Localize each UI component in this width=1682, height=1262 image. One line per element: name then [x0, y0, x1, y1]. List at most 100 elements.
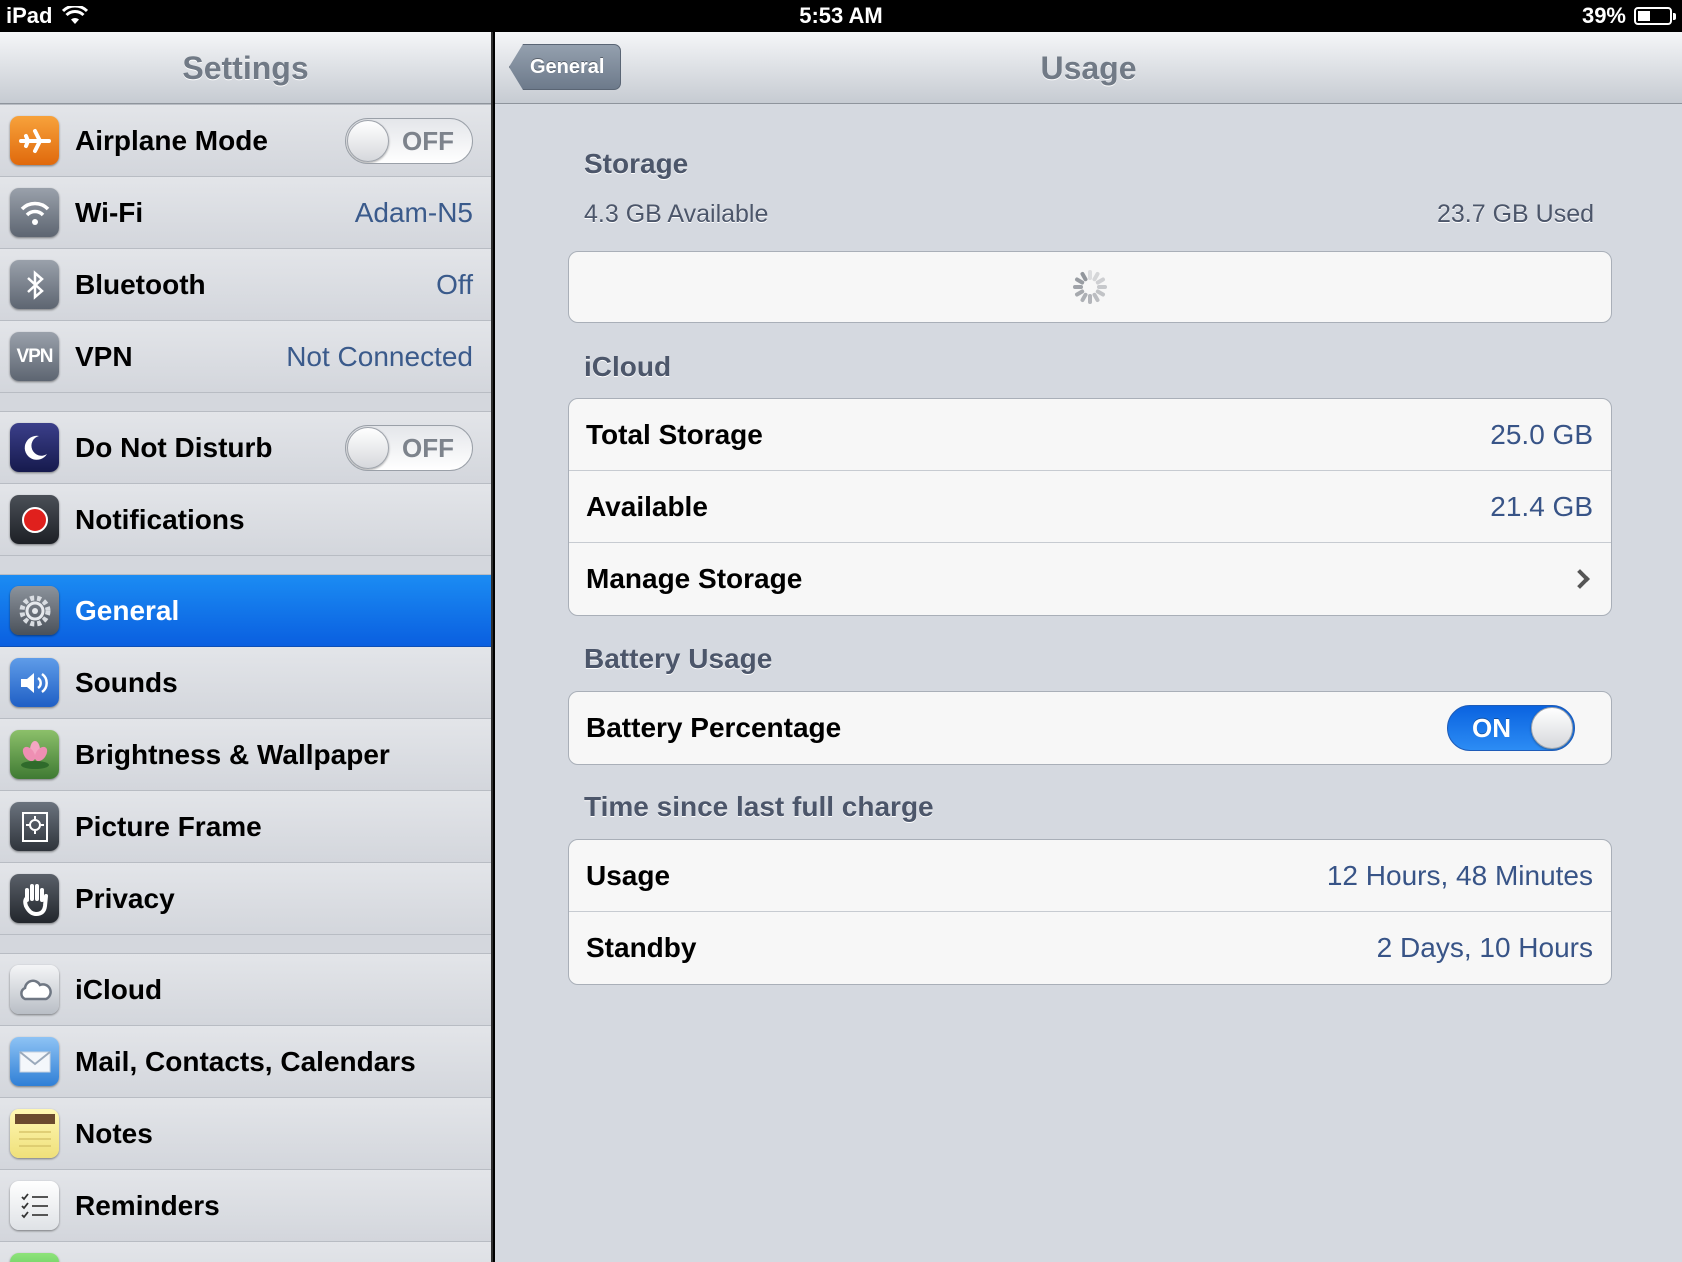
- bluetooth-icon: [10, 260, 59, 309]
- icon-text: VPN: [16, 345, 53, 367]
- settings-group: General Sounds Brightness & Wallpaper Pictu…: [0, 574, 491, 935]
- sidebar-item-label: Picture Frame: [75, 810, 262, 842]
- storage-available: 4.3 GB Available: [584, 200, 769, 228]
- sidebar-item-value: Off: [436, 268, 473, 300]
- spinner-spoke: [1073, 285, 1083, 289]
- toggle-text: OFF: [402, 432, 454, 463]
- available-value: 21.4 GB: [1490, 490, 1593, 522]
- mail-icon: [10, 1037, 59, 1086]
- sidebar-item-label: Reminders: [75, 1189, 220, 1221]
- settings-group: iCloud Mail, Contacts, Calendars Notes Remi…: [0, 953, 491, 1262]
- sidebar-item-notifications[interactable]: Notifications: [0, 484, 491, 556]
- airplane-icon: [10, 116, 59, 165]
- sidebar-item-general[interactable]: General: [0, 575, 491, 647]
- sidebar-item-label: Sounds: [75, 666, 178, 698]
- vpn-icon: VPN: [10, 332, 59, 381]
- sidebar-item-messages[interactable]: [0, 1242, 491, 1262]
- manage-storage-row[interactable]: Manage Storage: [569, 543, 1611, 615]
- detail-navbar: General Usage: [495, 32, 1682, 104]
- sidebar-item-label: Mail, Contacts, Calendars: [75, 1045, 416, 1077]
- sidebar-item-picture-frame[interactable]: Picture Frame: [0, 791, 491, 863]
- standby-value: 2 Days, 10 Hours: [1376, 932, 1593, 963]
- sidebar-item-label: Brightness & Wallpaper: [75, 738, 390, 770]
- status-time: 5:53 AM: [799, 3, 883, 28]
- sidebar-item-label: VPN: [75, 340, 133, 372]
- hand-icon: [10, 874, 59, 923]
- sidebar-item-value: Adam-N5: [354, 196, 473, 228]
- sidebar-item-notes[interactable]: Notes: [0, 1098, 491, 1170]
- manage-storage-label: Manage Storage: [586, 563, 803, 594]
- battery-panel: Battery Percentage ON: [568, 691, 1612, 765]
- status-bar: iPad 5:53 AM 39%: [0, 0, 1682, 32]
- toggle-text: ON: [1472, 713, 1511, 743]
- toggle-knob: [347, 119, 389, 162]
- charge-header: Time since last full charge: [584, 791, 934, 822]
- sidebar-item-airplane-mode[interactable]: Airplane Mode OFF: [0, 105, 491, 177]
- sidebar-item-mail-contacts-calendars[interactable]: Mail, Contacts, Calendars: [0, 1026, 491, 1098]
- sidebar-item-bluetooth[interactable]: Bluetooth Off: [0, 249, 491, 321]
- notepad-icon: [10, 1109, 59, 1158]
- cloud-icon: [10, 965, 59, 1014]
- available-row: Available 21.4 GB: [569, 471, 1611, 543]
- sidebar-item-label: General: [75, 594, 180, 626]
- toggle-knob: [347, 426, 389, 469]
- battery-icon: [1634, 7, 1676, 25]
- sidebar-item-do-not-disturb[interactable]: Do Not Disturb OFF: [0, 412, 491, 484]
- moon-icon: [10, 423, 59, 472]
- sidebar-item-label: Do Not Disturb: [75, 431, 273, 463]
- gear-icon: [10, 586, 59, 635]
- back-button[interactable]: General: [509, 44, 622, 90]
- sidebar-item-label: Bluetooth: [75, 268, 206, 300]
- settings-group: Do Not Disturb OFF Notifications: [0, 411, 491, 556]
- sidebar-item-icloud[interactable]: iCloud: [0, 954, 491, 1026]
- sidebar-item-value: Not Connected: [286, 340, 473, 372]
- chevron-right-icon: [1570, 569, 1590, 589]
- checklist-icon: [10, 1181, 59, 1230]
- battery-fill: [1638, 11, 1650, 21]
- sidebar-item-reminders[interactable]: Reminders: [0, 1170, 491, 1242]
- sidebar-item-brightness-wallpaper[interactable]: Brightness & Wallpaper: [0, 719, 491, 791]
- battery-percentage-label: Battery Percentage: [586, 712, 842, 743]
- settings-list: Airplane Mode OFF Wi-Fi Adam-N5 Bluetooth Off…: [0, 104, 491, 1262]
- settings-sidebar: Settings Airplane Mode OFF Wi-Fi Adam-N5 Blu…: [0, 32, 493, 1262]
- sidebar-item-wi-fi[interactable]: Wi-Fi Adam-N5: [0, 177, 491, 249]
- usage-detail-pane: General Usage Storage 4.3 GB Available 2…: [495, 32, 1682, 1262]
- spinner-spoke: [1097, 285, 1107, 289]
- sidebar-item-label: Notifications: [75, 503, 245, 535]
- wifi-icon: [10, 188, 59, 237]
- picture-frame-icon: [10, 802, 59, 851]
- total-storage-label: Total Storage: [586, 418, 763, 450]
- sidebar-item-privacy[interactable]: Privacy: [0, 863, 491, 935]
- icloud-header: iCloud: [584, 351, 672, 382]
- charge-panel: Usage 12 Hours, 48 Minutes Standby 2 Day…: [568, 839, 1612, 985]
- toggle-knob: [1531, 707, 1573, 749]
- toggle-text: OFF: [402, 125, 454, 156]
- sidebar-item-sounds[interactable]: Sounds: [0, 647, 491, 719]
- messages-icon: [10, 1253, 59, 1262]
- standby-label: Standby: [586, 932, 697, 963]
- battery-usage-header: Battery Usage: [584, 643, 773, 674]
- loading-spinner-icon: [1073, 270, 1107, 304]
- total-storage-row: Total Storage 25.0 GB: [569, 399, 1611, 471]
- icloud-panel: Total Storage 25.0 GB Available 21.4 GB …: [568, 398, 1612, 616]
- storage-panel: [568, 251, 1612, 323]
- battery-percentage-toggle[interactable]: ON: [1447, 705, 1575, 751]
- storage-used: 23.7 GB Used: [1436, 200, 1594, 228]
- usage-value: 12 Hours, 48 Minutes: [1326, 859, 1593, 891]
- storage-summary: 4.3 GB Available 23.7 GB Used: [584, 200, 1594, 229]
- sidebar-item-label: Notes: [75, 1117, 153, 1149]
- sidebar-item-label: Wi-Fi: [75, 196, 144, 228]
- sidebar-item-label: Airplane Mode: [75, 124, 268, 156]
- sidebar-title: Settings: [182, 50, 309, 86]
- standby-row: Standby 2 Days, 10 Hours: [569, 912, 1611, 984]
- sidebar-item-label: iCloud: [75, 973, 163, 1005]
- notifications-icon: [10, 495, 59, 544]
- flower-icon: [10, 730, 59, 779]
- available-label: Available: [586, 490, 708, 522]
- spinner-spoke: [1088, 294, 1092, 304]
- settings-group: Airplane Mode OFF Wi-Fi Adam-N5 Bluetooth Off…: [0, 104, 491, 393]
- do-not-disturb-toggle[interactable]: OFF: [345, 424, 473, 471]
- detail-title: Usage: [1040, 50, 1137, 86]
- airplane-mode-toggle[interactable]: OFF: [345, 117, 473, 164]
- sidebar-item-vpn[interactable]: VPN VPN Not Connected: [0, 321, 491, 393]
